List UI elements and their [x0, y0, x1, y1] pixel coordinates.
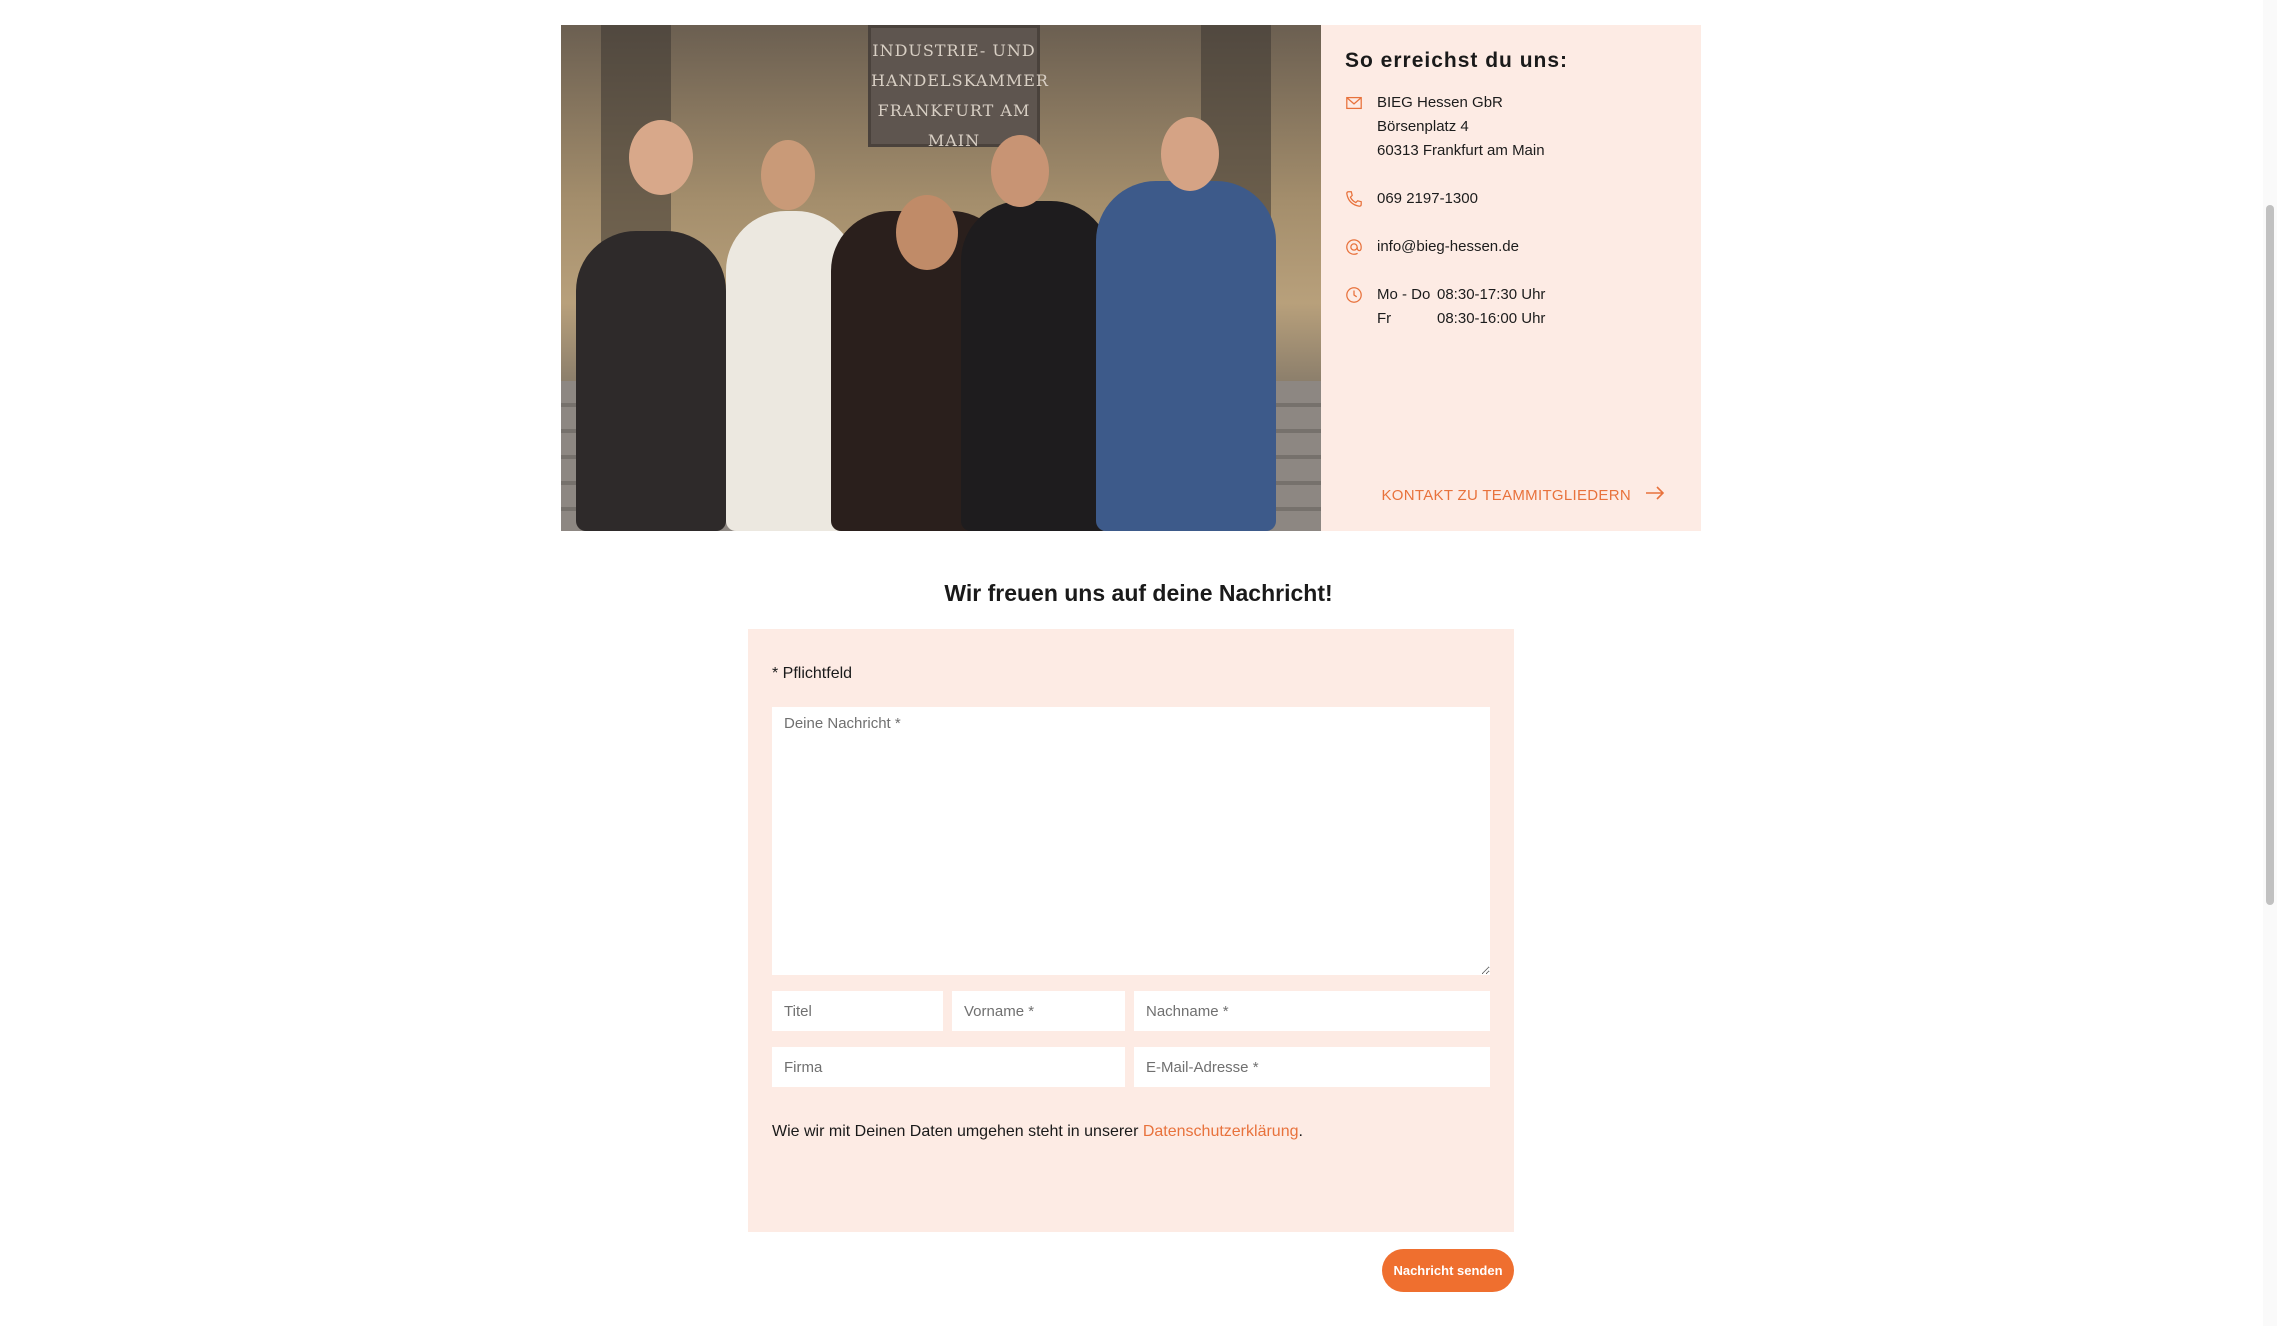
opening-hours: Mo - Do 08:30-17:30 Uhr Fr 08:30-16:00 U…: [1377, 286, 1546, 327]
lastname-field[interactable]: [1134, 991, 1490, 1031]
phone-icon: [1345, 187, 1377, 211]
scrollbar-thumb[interactable]: [2266, 205, 2274, 905]
team-contact-label: KONTAKT ZU TEAMMITGLIEDERN: [1381, 486, 1631, 504]
ihk-plaque: INDUSTRIE- UND HANDELSKAMMER FRANKFURT A…: [868, 25, 1048, 150]
address-row: BIEG Hessen GbR Börsenplatz 4 60313 Fran…: [1345, 91, 1677, 163]
firstname-field[interactable]: [952, 991, 1125, 1031]
mail-icon: [1345, 91, 1377, 115]
required-note: * Pflichtfeld: [772, 665, 853, 682]
team-photo: INDUSTRIE- UND HANDELSKAMMER FRANKFURT A…: [561, 25, 1321, 531]
title-field[interactable]: [772, 991, 943, 1031]
arrow-right-icon: [1645, 485, 1665, 505]
contact-form: * Pflichtfeld Wie wir mit Deinen Daten u…: [748, 629, 1514, 1232]
contact-block: INDUSTRIE- UND HANDELSKAMMER FRANKFURT A…: [561, 25, 1701, 531]
address-line: 60313 Frankfurt am Main: [1377, 142, 1545, 159]
contact-heading: So erreichst du uns:: [1345, 49, 1569, 72]
address-line: Börsenplatz 4: [1377, 118, 1469, 135]
phone-number[interactable]: 069 2197-1300: [1377, 187, 1478, 211]
send-message-button[interactable]: Nachricht senden: [1382, 1249, 1514, 1292]
phone-row: 069 2197-1300: [1345, 187, 1677, 211]
company-field[interactable]: [772, 1047, 1125, 1087]
hours-row: Mo - Do 08:30-17:30 Uhr Fr 08:30-16:00 U…: [1345, 283, 1677, 331]
message-field[interactable]: [772, 707, 1490, 975]
email-address[interactable]: info@bieg-hessen.de: [1377, 235, 1519, 259]
address-line: BIEG Hessen GbR: [1377, 94, 1503, 111]
form-title: Wir freuen uns auf deine Nachricht!: [944, 580, 1333, 606]
scrollbar[interactable]: [2263, 0, 2277, 1326]
clock-icon: [1345, 283, 1377, 307]
team-contact-link[interactable]: KONTAKT ZU TEAMMITGLIEDERN: [1382, 485, 1666, 505]
at-icon: [1345, 235, 1377, 259]
contact-info-panel: So erreichst du uns: BIEG Hessen GbR Bör…: [1321, 25, 1701, 531]
email-field[interactable]: [1134, 1047, 1490, 1087]
email-row: info@bieg-hessen.de: [1345, 235, 1677, 259]
privacy-note: Wie wir mit Deinen Daten umgehen steht i…: [772, 1123, 1303, 1140]
privacy-link[interactable]: Datenschutzerklärung: [1143, 1123, 1299, 1140]
